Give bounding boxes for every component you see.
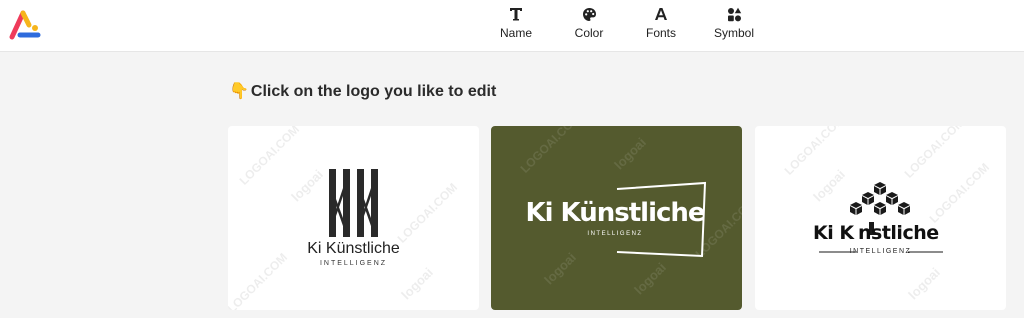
double-k-icon bbox=[329, 169, 378, 237]
pointing-down-icon: 👇 bbox=[229, 83, 249, 100]
logo-name-right: nstliche bbox=[858, 222, 939, 244]
logo-card-2[interactable]: LOGOAI.COM logoai logoai logoai LOGOAI.C… bbox=[491, 126, 742, 310]
logo-card-1[interactable]: LOGOAI.COM logoai LOGOAI.COM logoai LOGO… bbox=[228, 126, 479, 310]
app-logo-icon[interactable] bbox=[8, 7, 44, 41]
toolbar-fonts-button[interactable]: Fonts bbox=[626, 5, 696, 40]
toolbar-symbol-label: Symbol bbox=[713, 26, 754, 40]
logo-name: Ki Künstliche bbox=[307, 240, 400, 257]
page-heading: 👇 Click on the logo you like to edit bbox=[229, 81, 496, 101]
logo-name-left: Ki K bbox=[813, 222, 854, 244]
text-icon bbox=[481, 5, 551, 23]
toolbar-name-label: Name bbox=[499, 26, 532, 40]
toolbar-color-label: Color bbox=[574, 26, 604, 40]
logo-card-3[interactable]: LOGOAI.COM LOGOAI.COM logoai LOGOAI.COM … bbox=[755, 126, 1006, 310]
palette-icon bbox=[554, 5, 624, 23]
font-icon bbox=[626, 5, 696, 23]
toolbar-fonts-label: Fonts bbox=[645, 26, 676, 40]
toolbar-name-button[interactable]: Name bbox=[481, 5, 551, 40]
page-heading-text: Click on the logo you like to edit bbox=[250, 83, 497, 100]
top-navigation-bar: Name Color Fonts Symbol bbox=[0, 0, 1024, 52]
cube-stack-icon bbox=[819, 182, 943, 253]
shapes-icon bbox=[699, 5, 769, 23]
logo-tagline: INTELLIGENZ bbox=[849, 248, 912, 255]
logo-tagline: INTELLIGENZ bbox=[319, 260, 388, 267]
logo-name: Ki Künstliche bbox=[525, 198, 705, 228]
toolbar-symbol-button[interactable]: Symbol bbox=[699, 5, 769, 40]
toolbar-color-button[interactable]: Color bbox=[554, 5, 624, 40]
logo-tagline: INTELLIGENZ bbox=[587, 231, 643, 237]
